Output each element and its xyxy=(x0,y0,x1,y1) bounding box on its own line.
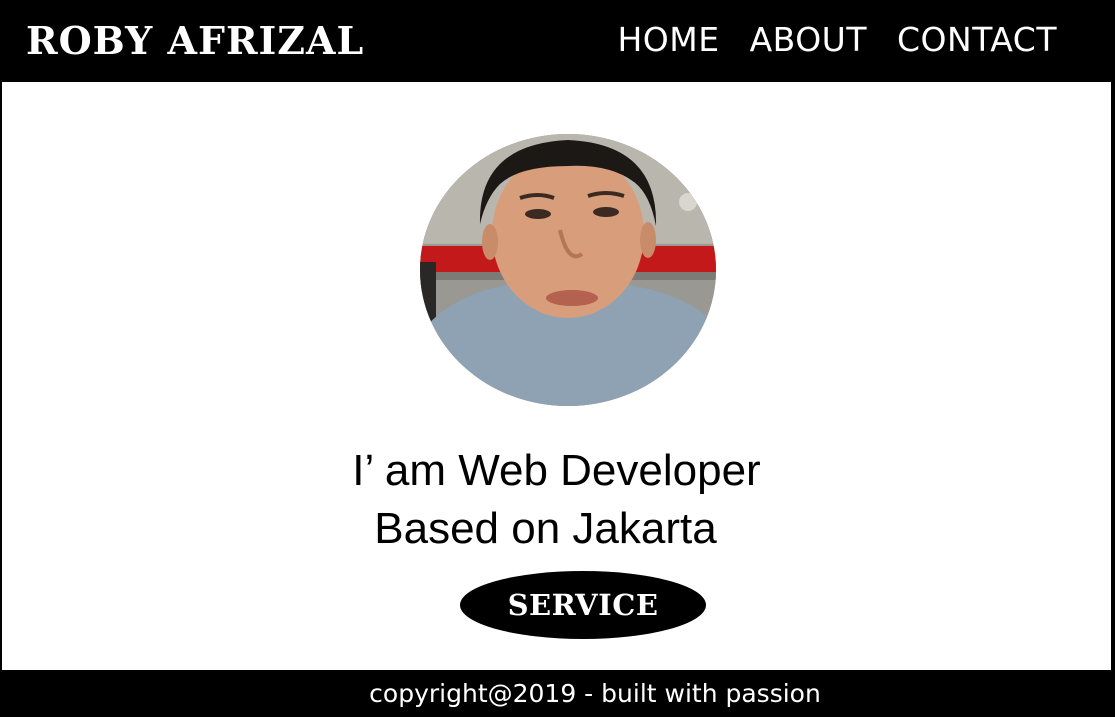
hero-headline: I’ am Web Developer Based on Jakarta xyxy=(2,442,1111,558)
site-logo[interactable]: ROBY AFRIZAL xyxy=(26,18,364,64)
service-button[interactable]: SERVICE xyxy=(460,571,706,639)
headline-line-1: I’ am Web Developer xyxy=(352,446,761,495)
site-footer: copyright@2019 - built with passion xyxy=(0,670,1115,717)
profile-photo xyxy=(420,134,716,406)
headline-line-2: Based on Jakarta xyxy=(374,504,717,553)
main-nav: HOME ABOUT CONTACT xyxy=(617,20,1057,60)
nav-home-link[interactable]: HOME xyxy=(617,20,719,60)
hero-section: I’ am Web Developer Based on Jakarta SER… xyxy=(2,82,1111,670)
nav-about-link[interactable]: ABOUT xyxy=(750,20,867,60)
page: ROBY AFRIZAL HOME ABOUT CONTACT I’ am We… xyxy=(0,0,1115,717)
site-header: ROBY AFRIZAL HOME ABOUT CONTACT xyxy=(0,0,1115,82)
profile-photo-illustration xyxy=(420,134,716,406)
copyright-text: copyright@2019 - built with passion xyxy=(369,679,821,708)
nav-contact-link[interactable]: CONTACT xyxy=(897,20,1057,60)
